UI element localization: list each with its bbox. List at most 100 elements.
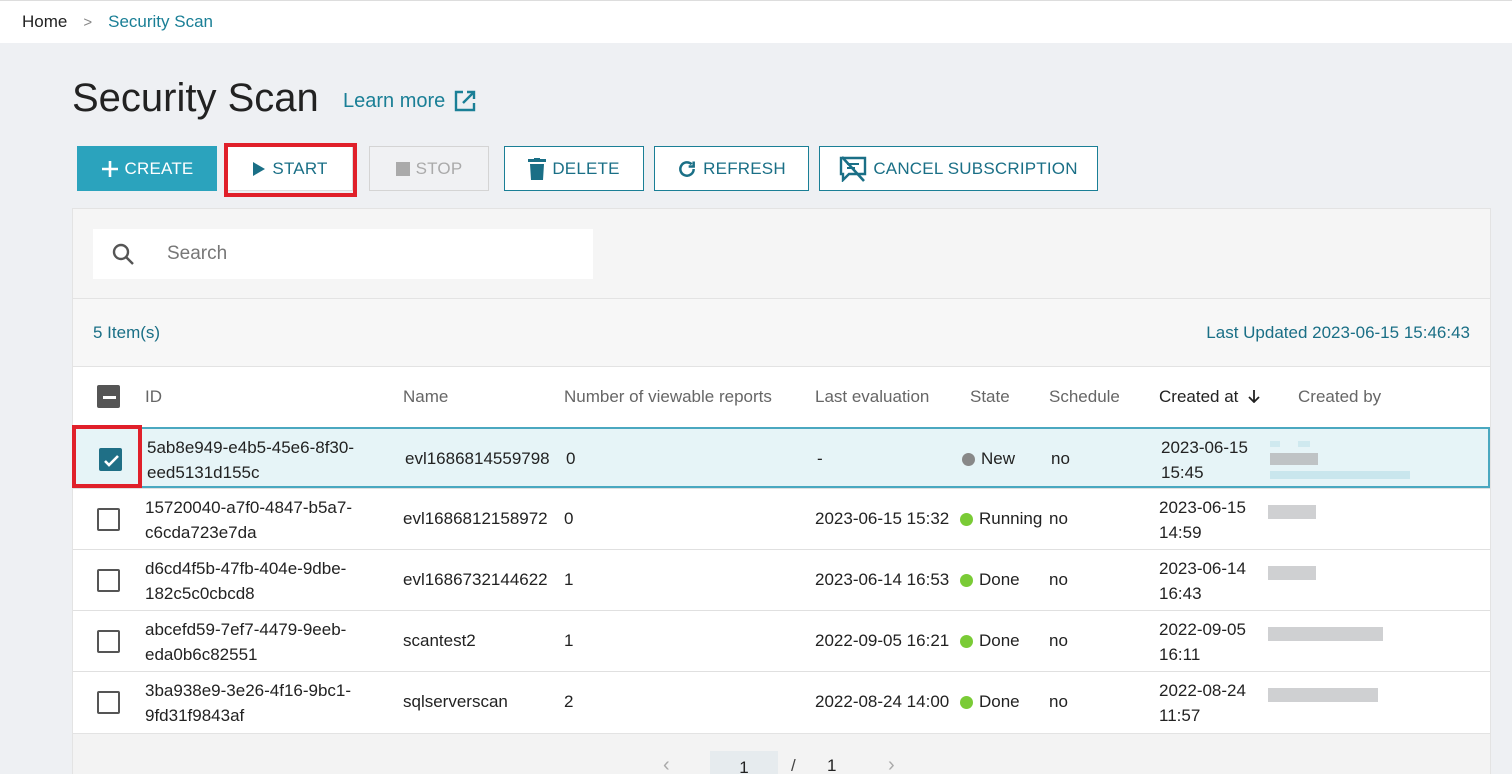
row-schedule: no [1049,692,1068,711]
table-row[interactable]: 15720040-a7f0-4847-b5a7- c6cda723e7da evl… [73,488,1490,549]
row-checkbox[interactable] [97,691,120,714]
start-button[interactable]: START [227,146,353,191]
row-created-at: 2022-08-24 11:57 [1159,681,1246,725]
create-button[interactable]: CREATE [77,146,217,191]
row-reports: 0 [564,509,574,528]
page-title: Security Scan [72,76,319,120]
column-created-at-label: Created at [1159,387,1239,406]
start-button-label: START [272,158,328,178]
plus-icon [101,160,118,177]
row-state: Done [960,570,1020,590]
cancel-subscription-button[interactable]: CANCEL SUBSCRIPTION [819,146,1098,191]
table-row[interactable]: 3ba938e9-3e26-4f16-9bc1- 9fd31f9843af sql… [73,671,1490,732]
row-created-at: 2023-06-15 15:45 [1161,438,1248,482]
delete-button[interactable]: DELETE [504,146,644,191]
row-reports: 2 [564,692,574,711]
row-created-by-redacted [1268,688,1418,728]
row-state: New [962,449,1015,469]
cancel-subscription-label: CANCEL SUBSCRIPTION [873,158,1078,178]
row-state: Done [960,692,1020,712]
row-schedule: no [1049,631,1068,650]
state-dot-icon [960,634,973,648]
breadcrumb-home[interactable]: Home [22,12,67,32]
info-bar: 5 Item(s) Last Updated 2023-06-15 15:46:… [73,299,1490,367]
row-id[interactable]: 15720040-a7f0-4847-b5a7- c6cda723e7da [145,495,352,545]
table-row[interactable]: abcefd59-7ef7-4479-9eeb-eda0b6c82551 sca… [73,610,1490,671]
row-reports: 0 [566,449,576,468]
row-name: evl1686812158972 [403,509,548,528]
learn-more-label: Learn more [343,89,446,112]
column-name[interactable]: Name [403,387,448,407]
breadcrumb-current[interactable]: Security Scan [108,12,213,32]
state-dot-icon [960,573,973,587]
row-name: scantest2 [403,631,476,650]
select-all-checkbox[interactable] [97,385,120,408]
stop-button-label: STOP [415,158,463,178]
row-schedule: no [1049,570,1068,589]
breadcrumb-separator: > [83,13,93,31]
row-name: evl1686732144622 [403,570,548,589]
external-link-icon [455,90,476,112]
column-created-by[interactable]: Created by [1298,387,1381,407]
refresh-button[interactable]: REFRESH [654,146,809,191]
column-reports[interactable]: Number of viewable reports [564,387,772,407]
row-id[interactable]: d6cd4f5b-47fb-404e-9dbe- 182c5c0cbcd8 [145,556,346,606]
row-last-evaluation: 2023-06-14 16:53 [815,570,950,589]
next-page-button[interactable]: › [888,754,895,774]
learn-more-link[interactable]: Learn more [343,89,477,113]
table-row[interactable]: d6cd4f5b-47fb-404e-9dbe- 182c5c0cbcd8 evl… [73,549,1490,610]
minus-icon [103,396,116,399]
row-last-evaluation: 2022-08-24 14:00 [815,692,950,711]
row-created-by-redacted [1270,439,1420,479]
search-icon [112,243,134,265]
item-count: 5 Item(s) [93,323,161,342]
create-button-label: CREATE [124,158,194,178]
previous-page-button[interactable]: ‹ [663,754,670,774]
row-created-at: 2023-06-15 14:59 [1159,498,1246,542]
refresh-icon [679,160,696,177]
row-created-at: 2023-06-14 16:43 [1159,559,1246,603]
row-name: sqlserverscan [403,692,508,711]
row-schedule: no [1051,449,1070,468]
row-checkbox[interactable] [99,448,122,471]
search-input[interactable] [167,243,567,265]
checkmark-icon [104,455,119,467]
row-schedule: no [1049,509,1068,528]
search-area [73,209,1490,299]
row-state: Running [960,509,1042,529]
row-last-evaluation: - [817,449,823,468]
row-state: Done [960,631,1020,651]
row-created-by-redacted [1268,627,1418,667]
row-created-at: 2022-09-05 16:11 [1159,620,1246,664]
state-dot-icon [960,695,973,709]
sort-descending-icon [1248,390,1260,404]
stop-icon [395,161,410,176]
state-dot-icon [962,452,975,466]
total-pages: 1 [827,756,837,774]
table-row[interactable]: 5ab8e949-e4b5-45e6-8f30- eed5131d155c evl… [72,425,1490,488]
delete-button-label: DELETE [552,158,620,178]
cancel-subscription-icon [840,155,867,182]
column-id[interactable]: ID [145,387,162,407]
breadcrumb: Home > Security Scan [22,12,213,32]
refresh-button-label: REFRESH [703,158,786,178]
column-state[interactable]: State [970,387,1010,407]
row-checkbox[interactable] [97,569,120,592]
search-box[interactable] [93,229,593,279]
row-checkbox[interactable] [97,630,120,653]
table-header: ID Name Number of viewable reports Last … [73,367,1490,427]
row-id[interactable]: 5ab8e949-e4b5-45e6-8f30- eed5131d155c [147,435,354,485]
play-icon [253,161,266,176]
state-dot-icon [960,512,973,526]
current-page-input[interactable]: 1 [710,751,778,774]
row-created-by-redacted [1268,505,1418,545]
column-schedule[interactable]: Schedule [1049,387,1120,407]
row-created-by-redacted [1268,566,1418,606]
row-id[interactable]: abcefd59-7ef7-4479-9eeb-eda0b6c82551 [145,617,346,667]
stop-button[interactable]: STOP [369,146,489,191]
row-checkbox[interactable] [97,508,120,531]
row-id[interactable]: 3ba938e9-3e26-4f16-9bc1- 9fd31f9843af [145,678,351,728]
trash-icon [528,157,547,180]
column-last-evaluation[interactable]: Last evaluation [815,387,929,407]
column-created-at[interactable]: Created at [1159,387,1261,407]
